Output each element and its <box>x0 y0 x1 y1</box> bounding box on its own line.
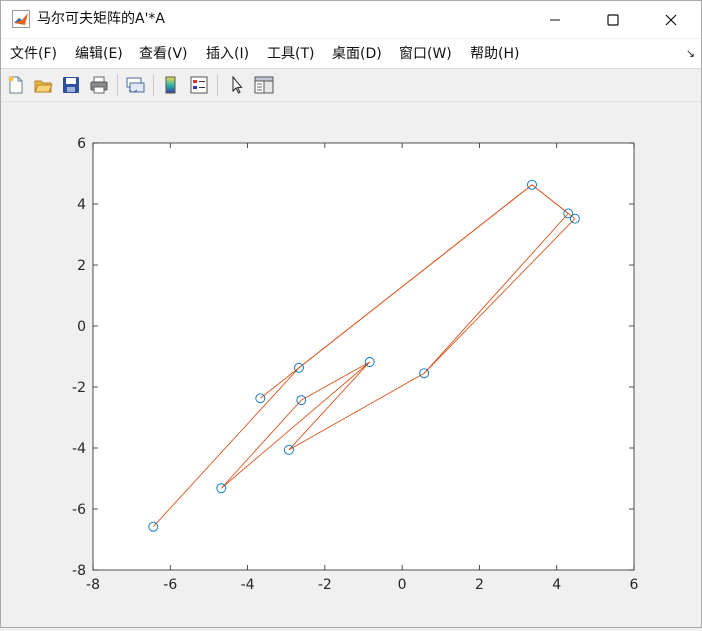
y-tick-label: 0 <box>77 319 86 335</box>
new-figure-button[interactable] <box>4 73 28 97</box>
y-tick-label: -4 <box>72 441 86 457</box>
open-file-button[interactable] <box>31 73 55 97</box>
close-button[interactable] <box>648 1 694 38</box>
new-figure-icon <box>8 76 23 94</box>
toolbar-separator <box>153 74 154 96</box>
colorbar-button[interactable] <box>159 73 183 97</box>
figure-canvas[interactable]: -8 -6 -4 -2 0 2 4 6 6 4 2 0 -2 -4 -6 -8 <box>1 102 701 627</box>
menu-view[interactable]: 查看(V) <box>139 45 188 63</box>
menu-insert[interactable]: 插入(I) <box>206 45 249 63</box>
title-bar[interactable]: 马尔可夫矩阵的A'*A <box>1 1 701 38</box>
x-tick-label: -2 <box>318 577 332 593</box>
minimize-icon <box>550 19 560 20</box>
close-icon <box>665 14 677 25</box>
x-tick-label: -4 <box>241 577 255 593</box>
property-editor-icon <box>254 76 274 94</box>
y-tick-label: 2 <box>77 258 86 274</box>
print-icon <box>90 76 108 94</box>
print-button[interactable] <box>87 73 111 97</box>
save-icon <box>63 77 79 93</box>
menu-desktop[interactable]: 桌面(D) <box>332 45 382 63</box>
x-tick-label: 4 <box>552 577 561 593</box>
maximize-button[interactable] <box>590 1 636 38</box>
open-file-icon <box>34 80 53 93</box>
menu-help[interactable]: 帮助(H) <box>470 45 519 63</box>
colorbar-icon <box>165 76 176 94</box>
y-tick-label: -6 <box>72 502 86 518</box>
x-tick-label: 6 <box>630 577 639 593</box>
matlab-icon <box>12 10 30 28</box>
toolbar-separator <box>217 74 218 96</box>
axes-box <box>92 142 635 571</box>
save-button[interactable] <box>59 73 83 97</box>
pointer-icon <box>232 75 243 94</box>
menu-edit[interactable]: 编辑(E) <box>75 45 123 63</box>
menu-window[interactable]: 窗口(W) <box>399 45 452 63</box>
legend-button[interactable] <box>187 73 211 97</box>
property-editor-button[interactable] <box>252 73 276 97</box>
y-tick-label: 4 <box>77 197 86 213</box>
figure-window: 马尔可夫矩阵的A'*A 文件(F) 编辑(E) 查看(V) 插入(I) 工具(T… <box>0 0 702 628</box>
menu-file[interactable]: 文件(F) <box>10 45 57 63</box>
y-tick-label: -2 <box>72 380 86 396</box>
window-title: 马尔可夫矩阵的A'*A <box>37 11 166 27</box>
link-plot-button[interactable] <box>123 73 147 97</box>
toolbar-separator <box>117 74 118 96</box>
pointer-button[interactable] <box>225 73 249 97</box>
plot-axes[interactable]: -8 -6 -4 -2 0 2 4 6 6 4 2 0 -2 -4 -6 -8 <box>1 102 701 627</box>
menu-tools[interactable]: 工具(T) <box>267 45 314 63</box>
y-tick-label: 6 <box>77 136 86 152</box>
menu-bar: 文件(F) 编辑(E) 查看(V) 插入(I) 工具(T) 桌面(D) 窗口(W… <box>1 39 701 69</box>
y-tick-label: -8 <box>72 563 86 579</box>
dock-arrow-icon[interactable]: ↘ <box>686 47 695 60</box>
link-plot-icon <box>126 77 145 93</box>
minimize-button[interactable] <box>532 1 578 38</box>
x-tick-label: -8 <box>86 577 100 593</box>
figure-toolbar <box>1 69 701 102</box>
x-tick-label: 0 <box>398 577 407 593</box>
legend-icon <box>190 76 208 94</box>
x-tick-label: -6 <box>163 577 177 593</box>
maximize-icon <box>607 13 619 26</box>
x-tick-label: 2 <box>475 577 484 593</box>
